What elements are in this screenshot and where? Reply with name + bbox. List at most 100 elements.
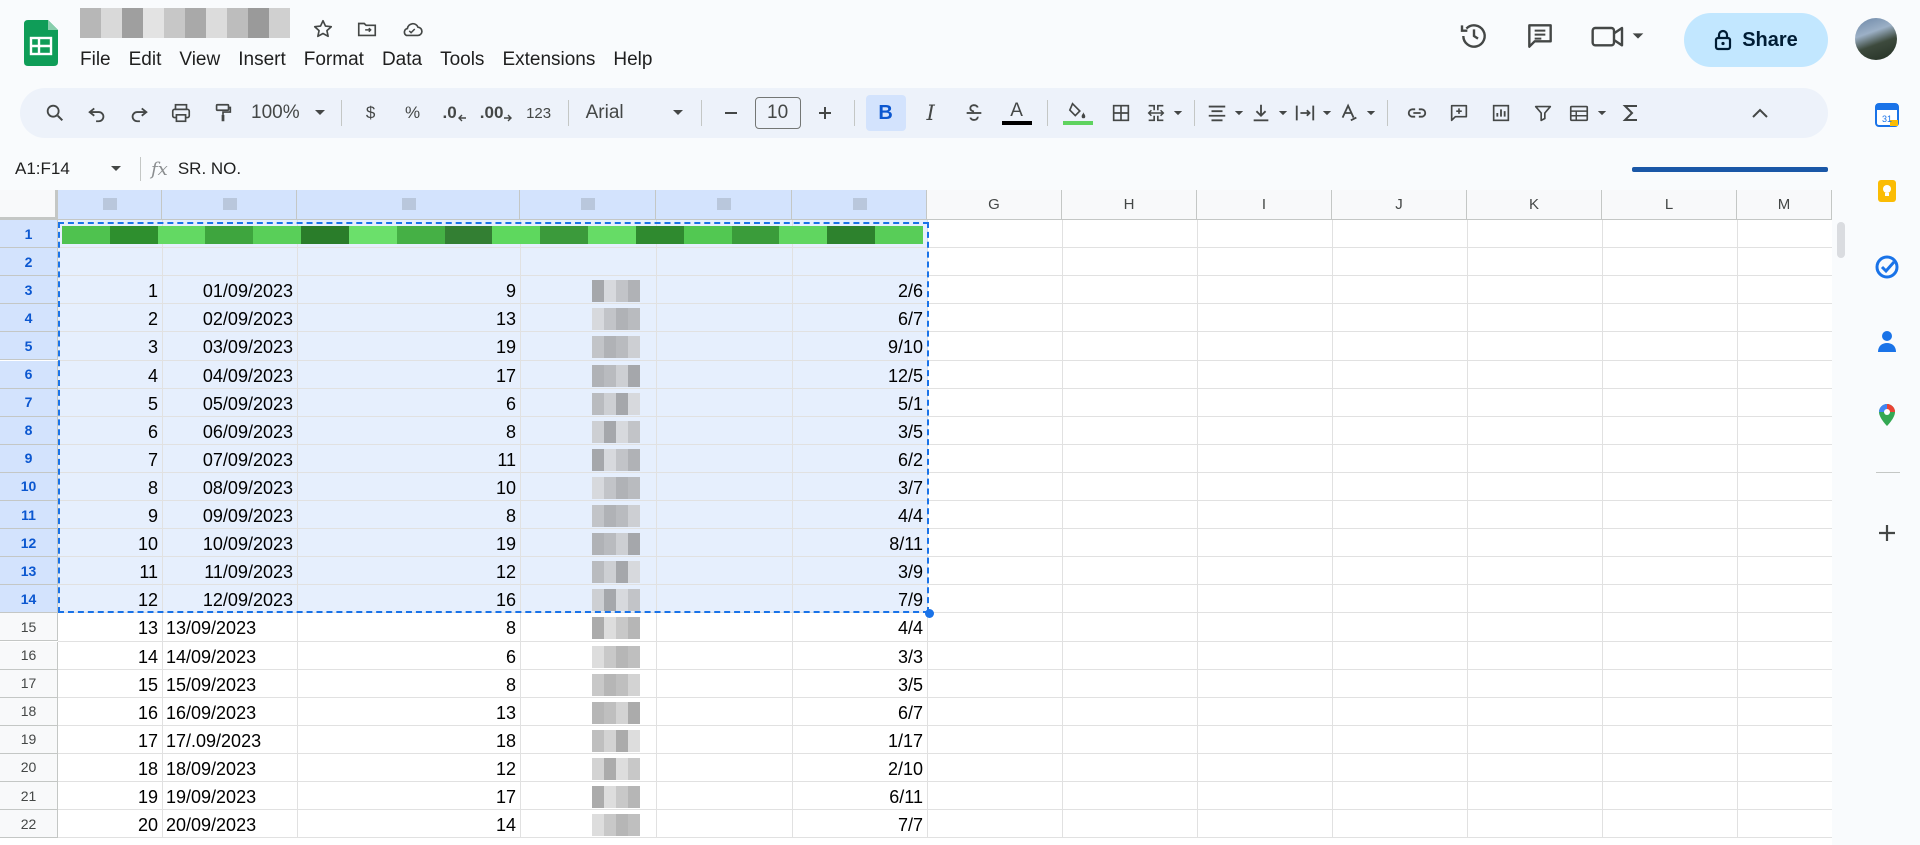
menu-extensions[interactable]: Extensions (493, 46, 604, 74)
row-header-21[interactable]: 21 (0, 782, 58, 811)
cell-sr-no[interactable]: 18 (58, 754, 162, 782)
filter-icon[interactable] (1525, 95, 1561, 131)
cell-ratio[interactable]: 2/10 (792, 754, 927, 782)
percent-format-button[interactable]: % (395, 95, 431, 131)
column-header-j[interactable]: J (1332, 190, 1467, 220)
formula-input[interactable]: SR. NO. (178, 159, 241, 179)
cell-ratio[interactable]: 3/5 (792, 670, 927, 698)
cell-sr-no[interactable]: 17 (58, 726, 162, 754)
row-header-6[interactable]: 6 (0, 360, 58, 389)
cell-ratio[interactable]: 6/7 (792, 698, 927, 726)
row-header-10[interactable]: 10 (0, 472, 58, 501)
cell-ratio[interactable]: 3/3 (792, 642, 927, 670)
text-rotation-icon[interactable] (1338, 95, 1376, 131)
column-header-a[interactable] (58, 190, 162, 220)
row-header-4[interactable]: 4 (0, 304, 58, 333)
column-header-g[interactable]: G (927, 190, 1062, 220)
cell-count[interactable]: 14 (297, 810, 520, 838)
row-header-1[interactable]: 1 (0, 220, 58, 249)
menu-help[interactable]: Help (604, 46, 661, 74)
cell-sr-no[interactable]: 16 (58, 698, 162, 726)
cell-date[interactable]: 16/09/2023 (162, 698, 297, 726)
borders-icon[interactable] (1103, 95, 1139, 131)
decrease-decimal-button[interactable]: .0 (437, 95, 473, 131)
contacts-icon[interactable] (1874, 328, 1900, 354)
row-header-22[interactable]: 22 (0, 810, 58, 839)
print-icon[interactable] (163, 95, 199, 131)
redo-icon[interactable] (121, 95, 157, 131)
share-button[interactable]: Share (1684, 13, 1828, 67)
row-header-2[interactable]: 2 (0, 248, 58, 277)
document-title-redacted[interactable] (80, 8, 290, 38)
decrease-font-size-icon[interactable] (713, 95, 749, 131)
menu-data[interactable]: Data (373, 46, 431, 74)
strikethrough-icon[interactable] (956, 95, 992, 131)
row-header-12[interactable]: 12 (0, 529, 58, 558)
menu-edit[interactable]: Edit (120, 46, 171, 74)
search-menus-icon[interactable] (37, 95, 73, 131)
column-header-h[interactable]: H (1062, 190, 1197, 220)
row-header-7[interactable]: 7 (0, 388, 58, 417)
maps-icon[interactable] (1874, 402, 1900, 428)
filter-views-icon[interactable] (1567, 95, 1607, 131)
meet-video-icon[interactable] (1590, 20, 1646, 52)
add-icon[interactable] (1874, 520, 1900, 546)
row-header-15[interactable]: 15 (0, 613, 58, 642)
star-icon[interactable] (312, 18, 334, 40)
undo-icon[interactable] (79, 95, 115, 131)
column-header-d[interactable] (520, 190, 656, 220)
menu-file[interactable]: File (80, 46, 120, 74)
spreadsheet-grid[interactable]: G H I J K L M 1 2 3 4 5 6 7 8 9 10 11 12 13 14 15 16 17 18 19 20 21… (0, 190, 1832, 845)
increase-decimal-button[interactable]: .00 (479, 95, 515, 131)
cell-ratio[interactable]: 1/17 (792, 726, 927, 754)
cell-count[interactable]: 12 (297, 754, 520, 782)
bold-button[interactable]: B (865, 95, 906, 131)
selection-fill-handle[interactable] (925, 609, 934, 619)
menu-format[interactable]: Format (295, 46, 373, 74)
cell-ratio[interactable]: 7/7 (792, 810, 927, 838)
sheets-logo-icon[interactable] (24, 20, 58, 66)
font-size-input[interactable]: 10 (754, 97, 801, 129)
row-header-17[interactable]: 17 (0, 669, 58, 698)
insert-comment-icon[interactable] (1441, 95, 1477, 131)
version-history-icon[interactable] (1458, 20, 1490, 52)
row-header-19[interactable]: 19 (0, 725, 58, 754)
menu-tools[interactable]: Tools (431, 46, 493, 74)
row-header-13[interactable]: 13 (0, 557, 58, 586)
text-color-button[interactable]: A (998, 95, 1036, 131)
merge-cells-icon[interactable] (1145, 95, 1183, 131)
fill-color-button[interactable] (1059, 95, 1097, 131)
cell-count[interactable]: 17 (297, 782, 520, 810)
cell-sr-no[interactable]: 14 (58, 642, 162, 670)
comments-icon[interactable] (1524, 20, 1556, 52)
calendar-icon[interactable]: 31 (1874, 102, 1900, 128)
cell-date[interactable]: 15/09/2023 (162, 670, 297, 698)
column-header-m[interactable]: M (1737, 190, 1832, 220)
account-avatar[interactable] (1855, 18, 1897, 60)
cell-date[interactable]: 17/.09/2023 (162, 726, 297, 754)
cell-count[interactable]: 8 (297, 613, 520, 641)
cell-date[interactable]: 14/09/2023 (162, 642, 297, 670)
keep-icon[interactable] (1874, 178, 1900, 204)
insert-chart-icon[interactable] (1483, 95, 1519, 131)
paint-format-icon[interactable] (205, 95, 241, 131)
cloud-saved-icon[interactable] (400, 18, 423, 40)
horizontal-align-icon[interactable] (1206, 95, 1244, 131)
column-header-b[interactable] (162, 190, 297, 220)
row-header-3[interactable]: 3 (0, 276, 58, 305)
cell-date[interactable]: 13/09/2023 (162, 613, 297, 641)
name-box[interactable]: A1:F14 (0, 159, 122, 179)
increase-font-size-icon[interactable] (807, 95, 843, 131)
cell-sr-no[interactable]: 19 (58, 782, 162, 810)
row-header-14[interactable]: 14 (0, 585, 58, 614)
row-header-11[interactable]: 11 (0, 501, 58, 530)
cell-ratio[interactable]: 4/4 (792, 613, 927, 641)
more-formats-button[interactable]: 123 (521, 95, 557, 131)
row-header-18[interactable]: 18 (0, 697, 58, 726)
row-header-5[interactable]: 5 (0, 332, 58, 361)
cell-date[interactable]: 18/09/2023 (162, 754, 297, 782)
vertical-align-icon[interactable] (1250, 95, 1288, 131)
row-header-16[interactable]: 16 (0, 641, 58, 670)
cell-sr-no[interactable]: 15 (58, 670, 162, 698)
font-select[interactable]: Arial (580, 95, 690, 131)
